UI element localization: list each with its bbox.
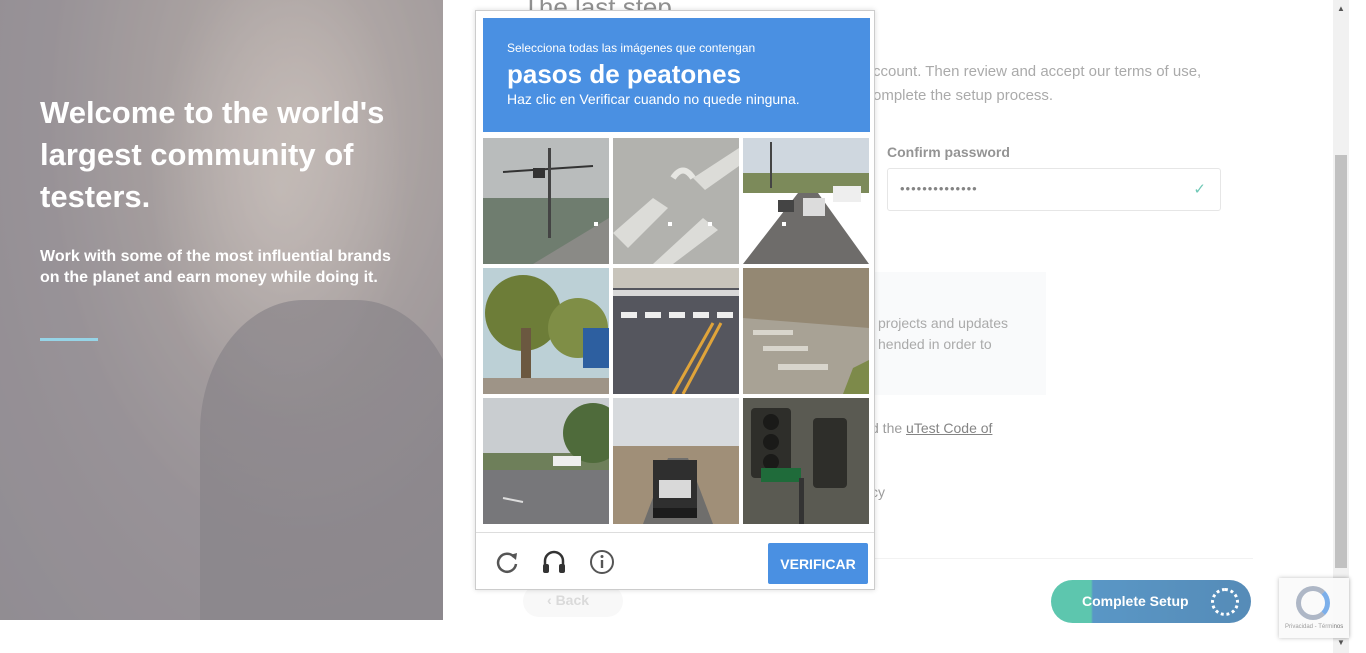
tile-highway[interactable]: [483, 398, 609, 524]
captcha-instruction: Selecciona todas las imágenes que conten…: [507, 41, 756, 55]
scroll-down-icon[interactable]: ▼: [1337, 638, 1345, 647]
captcha-hint: Haz clic en Verificar cuando no quede ni…: [507, 91, 800, 107]
tile-crosswalk-road[interactable]: [613, 268, 739, 394]
scrollbar-thumb[interactable]: [1335, 155, 1347, 568]
verify-button[interactable]: VERIFICAR: [768, 543, 868, 584]
captcha-footer: VERIFICAR: [476, 532, 874, 590]
scrollbar[interactable]: ▲ ▼: [1333, 0, 1349, 653]
tile-truck[interactable]: [613, 398, 739, 524]
tile-traffic-lights-sign[interactable]: [743, 398, 869, 524]
headphones-icon[interactable]: [541, 549, 567, 575]
captcha-dialog: Selecciona todas las imágenes que conten…: [475, 10, 875, 590]
captcha-tile-grid: [483, 138, 870, 525]
reload-icon[interactable]: [494, 549, 520, 575]
captcha-header: Selecciona todas las imágenes que conten…: [483, 18, 870, 132]
tile-street-cars[interactable]: [743, 138, 869, 264]
info-icon[interactable]: [589, 549, 615, 575]
signup-page: Welcome to the world's largest community…: [0, 0, 1366, 653]
tile-road-traffic-light[interactable]: [483, 138, 609, 264]
tile-crosswalk-closeup[interactable]: [613, 138, 739, 264]
scroll-up-icon[interactable]: ▲: [1337, 4, 1345, 13]
tile-palm-trees[interactable]: [483, 268, 609, 394]
tile-crosswalk-street[interactable]: [743, 268, 869, 394]
captcha-target: pasos de peatones: [507, 59, 742, 89]
